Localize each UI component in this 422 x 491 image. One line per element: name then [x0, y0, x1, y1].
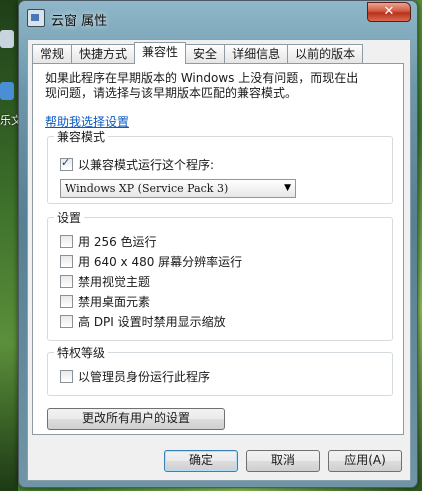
checkbox-label: 用 256 色运行 [78, 234, 157, 249]
group-label: 特权等级 [54, 344, 109, 361]
group-label: 兼容模式 [54, 128, 109, 145]
change-all-users-button[interactable]: 更改所有用户的设置 [47, 408, 225, 430]
checkbox-label: 以管理员身份运行此程序 [78, 369, 211, 384]
close-button[interactable]: ✕ [367, 2, 411, 22]
intro-line: 现问题，请选择与该早期版本匹配的兼容模式。 [45, 86, 298, 100]
desktop-shortcut-icon[interactable] [0, 82, 14, 100]
properties-window: 云窗 属性 ✕ 常规 快捷方式 兼容性 安全 详细信息 以前的版本 如果此程序在… [18, 0, 418, 488]
tab-details[interactable]: 详细信息 [224, 44, 289, 64]
window-title: 云窗 属性 [51, 14, 108, 29]
setting-256-colors-row[interactable]: 用 256 色运行 [60, 233, 157, 249]
os-version-dropdown[interactable]: Windows XP (Service Pack 3) ▼ [60, 179, 296, 198]
compatibility-panel: 如果此程序在早期版本的 Windows 上没有问题，而现在出 现问题，请选择与该… [32, 63, 404, 435]
intro-line: 如果此程序在早期版本的 Windows 上没有问题，而现在出 [45, 71, 359, 85]
apply-button[interactable]: 应用(A) [328, 450, 402, 472]
run-as-admin-checkbox[interactable] [60, 369, 73, 383]
selected-os: Windows XP (Service Pack 3) [65, 182, 229, 195]
privilege-group: 特权等级 以管理员身份运行此程序 [47, 344, 393, 396]
setting-disable-themes-row[interactable]: 禁用视觉主题 [60, 273, 150, 289]
setting-checkbox[interactable] [60, 234, 73, 248]
intro-text: 如果此程序在早期版本的 Windows 上没有问题，而现在出 现问题，请选择与该… [45, 71, 395, 101]
setting-checkbox[interactable] [60, 294, 73, 308]
tab-shortcut[interactable]: 快捷方式 [71, 44, 136, 64]
tab-strip: 常规 快捷方式 兼容性 安全 详细信息 以前的版本 [32, 42, 364, 64]
app-icon [27, 9, 45, 27]
setting-disable-desktop-comp-row[interactable]: 禁用桌面元素 [60, 293, 150, 309]
checkbox-label: 禁用桌面元素 [78, 294, 151, 309]
tab-compatibility[interactable]: 兼容性 [134, 42, 187, 64]
desktop-shortcut-icon[interactable] [0, 30, 14, 48]
checkbox-label: 禁用视觉主题 [78, 274, 151, 289]
tab-general[interactable]: 常规 [32, 44, 73, 64]
dropdown-arrow-icon[interactable]: ▼ [284, 180, 291, 197]
checkbox-label: 高 DPI 设置时禁用显示缩放 [78, 314, 226, 329]
cancel-button[interactable]: 取消 [246, 450, 320, 472]
dialog-client: 常规 快捷方式 兼容性 安全 详细信息 以前的版本 如果此程序在早期版本的 Wi… [27, 39, 411, 481]
setting-disable-dpi-scaling-row[interactable]: 高 DPI 设置时禁用显示缩放 [60, 313, 226, 329]
setting-checkbox[interactable] [60, 254, 73, 268]
ok-button[interactable]: 确定 [164, 450, 238, 472]
setting-checkbox[interactable] [60, 274, 73, 288]
settings-group: 设置 用 256 色运行 用 640 x 480 屏幕分辨率运行 禁用视觉主题 … [47, 209, 393, 341]
compat-mode-group: 兼容模式 以兼容模式运行这个程序: Windows XP (Service Pa… [47, 128, 393, 204]
compat-mode-checkbox-row[interactable]: 以兼容模式运行这个程序: [60, 156, 214, 172]
group-label: 设置 [54, 209, 85, 226]
run-as-admin-row[interactable]: 以管理员身份运行此程序 [60, 368, 210, 384]
checkbox-label: 用 640 x 480 屏幕分辨率运行 [78, 254, 243, 269]
tab-previous-versions[interactable]: 以前的版本 [287, 44, 364, 64]
setting-640x480-row[interactable]: 用 640 x 480 屏幕分辨率运行 [60, 253, 242, 269]
tab-security[interactable]: 安全 [185, 44, 226, 64]
checkbox-label: 以兼容模式运行这个程序: [78, 157, 215, 172]
desktop-background [0, 0, 18, 491]
setting-checkbox[interactable] [60, 314, 73, 328]
compat-mode-checkbox[interactable] [60, 156, 73, 171]
